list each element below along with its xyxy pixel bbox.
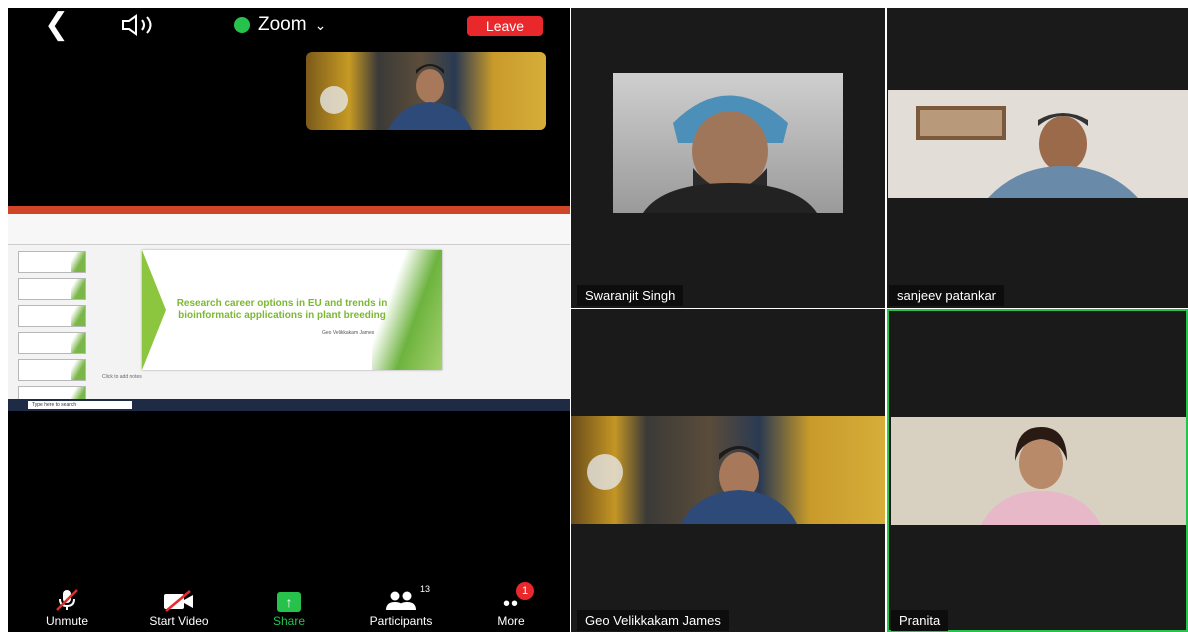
video-off-icon bbox=[164, 590, 193, 612]
back-arrow-icon[interactable]: ❮ bbox=[44, 10, 69, 40]
window-title-bar bbox=[8, 206, 570, 214]
participants-count: 13 bbox=[420, 584, 431, 594]
participant-tile[interactable]: Swaranjit Singh bbox=[571, 8, 885, 308]
zoom-phone-view: ❮ Zoom ⌄ Leave Research career options i… bbox=[8, 8, 570, 632]
unmute-label: Unmute bbox=[45, 614, 89, 628]
chevron-down-icon: ⌄ bbox=[314, 16, 327, 33]
participant-name: Geo Velikkakam James bbox=[577, 610, 729, 631]
self-view-thumbnail[interactable] bbox=[306, 52, 546, 130]
muted-mic-icon bbox=[56, 589, 78, 611]
participant-name: Pranita bbox=[891, 610, 949, 631]
shield-check-icon bbox=[234, 17, 250, 33]
ribbon-toolbar bbox=[8, 214, 570, 245]
share-arrow-icon: ↑ bbox=[277, 592, 301, 612]
speaker-icon[interactable] bbox=[120, 14, 160, 41]
more-label: More bbox=[497, 614, 525, 628]
slide-thumbnails bbox=[12, 246, 86, 408]
share-button[interactable]: ↑ Share bbox=[244, 588, 334, 628]
participant-name: Swaranjit Singh bbox=[577, 285, 684, 306]
slide-thumbnail bbox=[18, 251, 86, 273]
slide-title: Research career options in EU and trends… bbox=[176, 298, 388, 321]
participant-video bbox=[613, 73, 843, 213]
more-button[interactable]: •• 1 More bbox=[466, 582, 556, 628]
participant-tile[interactable]: sanjeev patankar bbox=[887, 8, 1188, 308]
participants-button[interactable]: 13 Participants bbox=[356, 584, 446, 628]
active-speaker-tile[interactable]: Pranita bbox=[887, 309, 1188, 632]
slide-presenter: Geo Velikkakam James bbox=[322, 330, 375, 336]
participants-label: Participants bbox=[369, 614, 433, 628]
notes-placeholder: Click to add notes bbox=[102, 374, 142, 380]
participant-video bbox=[891, 417, 1186, 525]
participant-name: sanjeev patankar bbox=[889, 285, 1005, 306]
slide-thumbnail bbox=[18, 278, 86, 300]
slide-thumbnail bbox=[18, 359, 86, 381]
unmute-button[interactable]: Unmute bbox=[22, 588, 112, 628]
slide-thumbnail bbox=[18, 332, 86, 354]
participant-video bbox=[888, 90, 1188, 198]
participant-video bbox=[571, 416, 885, 524]
participants-icon bbox=[386, 591, 416, 610]
slide-thumbnail bbox=[18, 305, 86, 327]
start-video-label: Start Video bbox=[149, 614, 209, 628]
start-video-button[interactable]: Start Video bbox=[134, 588, 224, 628]
more-dots-icon: •• bbox=[502, 593, 519, 615]
participant-tile[interactable]: Geo Velikkakam James bbox=[571, 309, 885, 632]
meeting-toolbar: Unmute Start Video ↑ Share 13 Participan… bbox=[8, 582, 570, 632]
taskbar-search: Type here to search bbox=[28, 401, 132, 409]
share-label: Share bbox=[272, 614, 306, 628]
app-title: Zoom bbox=[258, 14, 307, 35]
leave-button[interactable]: Leave bbox=[467, 16, 543, 36]
notification-badge: 1 bbox=[516, 582, 534, 600]
shared-screen[interactable]: Research career options in EU and trends… bbox=[8, 206, 570, 411]
current-slide: Research career options in EU and trends… bbox=[142, 250, 442, 370]
windows-taskbar: Type here to search bbox=[8, 399, 570, 411]
meeting-title[interactable]: Zoom ⌄ bbox=[234, 14, 326, 36]
top-bar: ❮ Zoom ⌄ Leave bbox=[8, 8, 570, 44]
